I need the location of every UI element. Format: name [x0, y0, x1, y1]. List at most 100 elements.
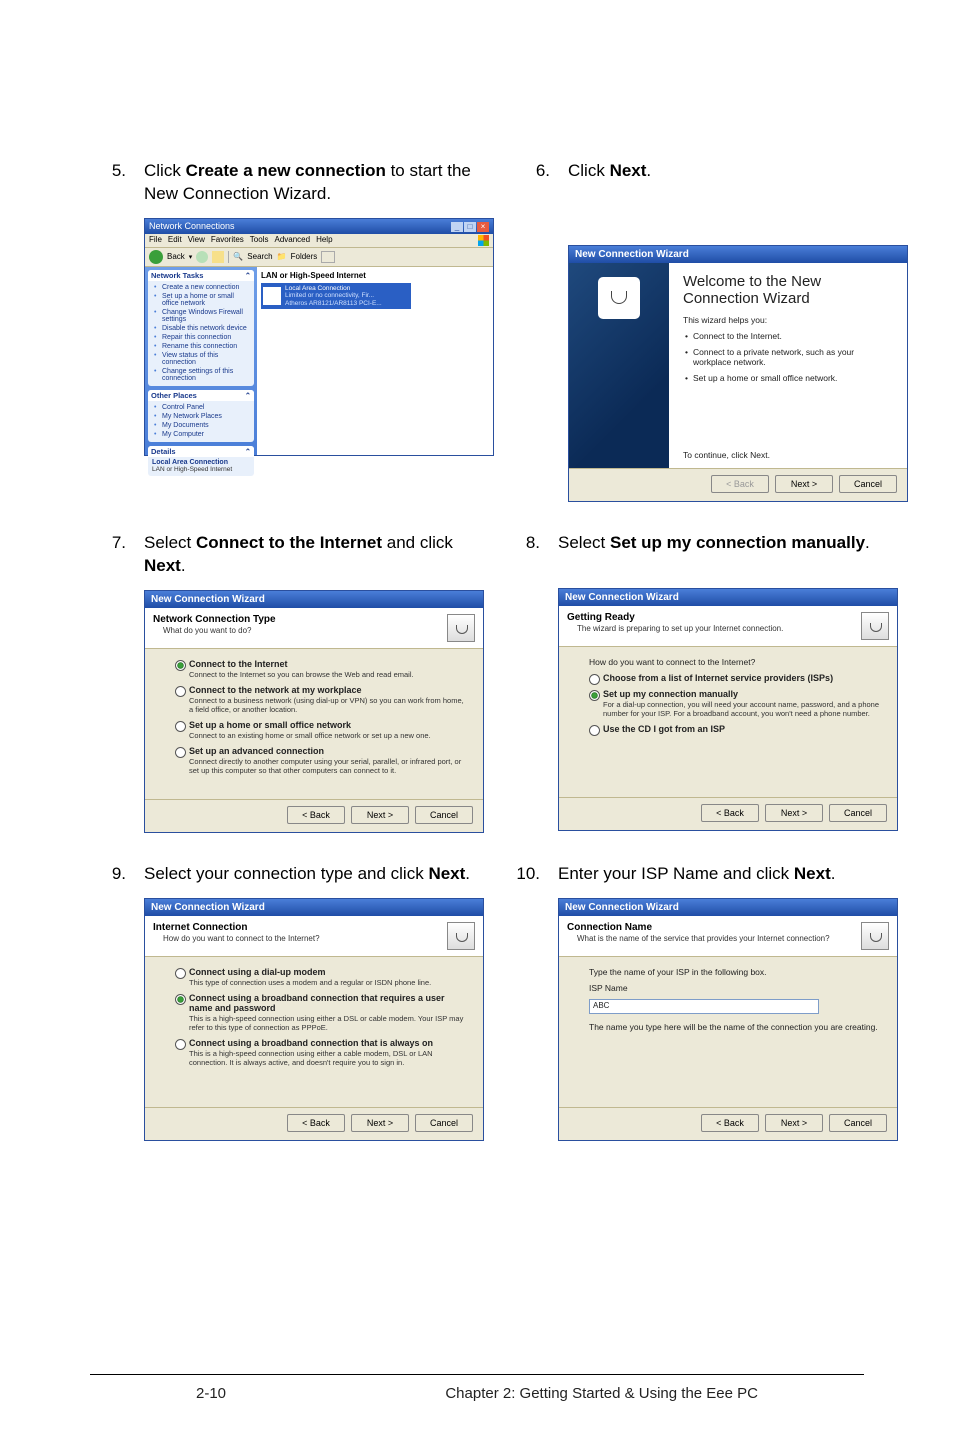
lan-title: Local Area Connection [285, 285, 382, 292]
menu-help[interactable]: Help [316, 235, 332, 246]
collapse-icon[interactable]: ⌃ [245, 271, 251, 280]
minimize-icon[interactable]: _ [451, 222, 463, 232]
option-manual[interactable]: Set up my connection manuallyFor a dial-… [589, 689, 879, 718]
task-setup-network[interactable]: Set up a home or small office network [152, 292, 250, 308]
menu-view[interactable]: View [188, 235, 205, 246]
b: Set up my connection manually [610, 533, 865, 552]
isp-name-input[interactable]: ABC [589, 999, 819, 1014]
menu-edit[interactable]: Edit [168, 235, 182, 246]
task-rename[interactable]: Rename this connection [152, 342, 250, 351]
cancel-button[interactable]: Cancel [829, 804, 887, 822]
cancel-button[interactable]: Cancel [415, 806, 473, 824]
wizard-header-sub: What is the name of the service that pro… [567, 934, 830, 943]
option-home-network[interactable]: Set up a home or small office networkCon… [175, 720, 465, 740]
task-create-new-connection[interactable]: Create a new connection [152, 283, 250, 292]
task-disable[interactable]: Disable this network device [152, 324, 250, 333]
next-button[interactable]: Next > [775, 475, 833, 493]
opt-sub: For a dial-up connection, you will need … [603, 700, 879, 718]
place-my-documents[interactable]: My Documents [152, 421, 250, 430]
wizard-internet-connection: New Connection Wizard Internet Connectio… [144, 898, 484, 1141]
opt-title: Set up a home or small office network [189, 720, 351, 730]
wizard-connection-type: New Connection Wizard Network Connection… [144, 590, 484, 833]
wizard-sidebar-graphic [569, 263, 669, 468]
step-9-text: Select your connection type and click Ne… [144, 863, 470, 886]
task-firewall[interactable]: Change Windows Firewall settings [152, 308, 250, 324]
option-cd[interactable]: Use the CD I got from an ISP [589, 724, 879, 734]
menu-advanced[interactable]: Advanced [274, 235, 310, 246]
views-icon[interactable] [321, 251, 335, 263]
step-10-number: 10. [514, 863, 540, 886]
close-icon[interactable]: × [477, 222, 489, 232]
t: . [831, 864, 836, 883]
opt-title: Connect using a dial-up modem [189, 967, 326, 977]
search-icon[interactable]: 🔍 [233, 252, 243, 261]
window-toolbar[interactable]: Back ▾ 🔍 Search 📁 Folders [145, 248, 493, 267]
wizard-icon [861, 922, 889, 950]
back-button: < Back [711, 475, 769, 493]
option-isp-list[interactable]: Choose from a list of Internet service p… [589, 673, 879, 683]
option-workplace[interactable]: Connect to the network at my workplaceCo… [175, 685, 465, 714]
next-button[interactable]: Next > [351, 1114, 409, 1132]
place-my-computer[interactable]: My Computer [152, 430, 250, 439]
place-network-places[interactable]: My Network Places [152, 412, 250, 421]
wizard-heading: Welcome to the New Connection Wizard [683, 273, 893, 307]
t: Select [144, 533, 196, 552]
option-connect-internet[interactable]: Connect to the InternetConnect to the In… [175, 659, 465, 679]
window-menubar[interactable]: File Edit View Favorites Tools Advanced … [145, 234, 493, 248]
lan-status: Limited or no connectivity, Fir... [285, 292, 382, 299]
folders-icon[interactable]: 📁 [277, 252, 287, 261]
task-settings[interactable]: Change settings of this connection [152, 367, 250, 383]
up-icon[interactable] [212, 251, 224, 263]
task-repair[interactable]: Repair this connection [152, 333, 250, 342]
next-button[interactable]: Next > [351, 806, 409, 824]
task-status[interactable]: View status of this connection [152, 351, 250, 367]
opt-title: Connect using a broadband connection tha… [189, 993, 445, 1013]
back-label[interactable]: Back [167, 252, 185, 261]
menu-tools[interactable]: Tools [250, 235, 269, 246]
maximize-icon[interactable]: □ [464, 222, 476, 232]
wizard-titlebar: New Connection Wizard [559, 899, 897, 916]
opt-title: Connect to the Internet [189, 659, 288, 669]
wizard-welcome: New Connection Wizard Welcome to the New… [568, 245, 908, 502]
opt-sub: Connect to the Internet so you can brows… [189, 670, 465, 679]
back-button[interactable]: < Back [701, 804, 759, 822]
cancel-button[interactable]: Cancel [415, 1114, 473, 1132]
place-control-panel[interactable]: Control Panel [152, 403, 250, 412]
t: Select your connection type and click [144, 864, 428, 883]
step-8-number: 8. [514, 532, 540, 555]
opt-title: Set up my connection manually [603, 689, 738, 699]
collapse-icon[interactable]: ⌃ [245, 391, 251, 400]
step-10-text: Enter your ISP Name and click Next. [558, 863, 836, 886]
menu-file[interactable]: File [149, 235, 162, 246]
step-6: 6. Click Next. [524, 160, 908, 183]
next-button[interactable]: Next > [765, 1114, 823, 1132]
wizard-icon [447, 614, 475, 642]
windows-logo-icon [478, 235, 489, 246]
option-advanced[interactable]: Set up an advanced connectionConnect dir… [175, 746, 465, 775]
cancel-button[interactable]: Cancel [839, 475, 897, 493]
option-dialup[interactable]: Connect using a dial-up modemThis type o… [175, 967, 465, 987]
forward-icon[interactable] [196, 251, 208, 263]
step-7: 7. Select Connect to the Internet and cl… [100, 532, 484, 578]
step-7-text: Select Connect to the Internet and click… [144, 532, 484, 578]
network-connections-window: Network Connections _□× File Edit View F… [144, 218, 494, 456]
cancel-button[interactable]: Cancel [829, 1114, 887, 1132]
next-button[interactable]: Next > [765, 804, 823, 822]
window-controls[interactable]: _□× [450, 221, 489, 232]
option-broadband-pw[interactable]: Connect using a broadband connection tha… [175, 993, 465, 1032]
collapse-icon[interactable]: ⌃ [245, 447, 251, 456]
chapter-title: Chapter 2: Getting Started & Using the E… [445, 1385, 766, 1402]
search-label[interactable]: Search [247, 252, 272, 261]
back-button[interactable]: < Back [701, 1114, 759, 1132]
folders-label[interactable]: Folders [291, 252, 318, 261]
menu-favorites[interactable]: Favorites [211, 235, 244, 246]
wizard-header-sub: The wizard is preparing to set up your I… [567, 624, 783, 633]
option-broadband-always[interactable]: Connect using a broadband connection tha… [175, 1038, 465, 1067]
bullet-3: Set up a home or small office network. [683, 373, 893, 383]
back-icon[interactable] [149, 250, 163, 264]
back-button[interactable]: < Back [287, 806, 345, 824]
bullet-1: Connect to the Internet. [683, 331, 893, 341]
panel-title-tasks: Network Tasks [151, 271, 203, 280]
lan-connection-item[interactable]: 🖥 Local Area Connection Limited or no co… [261, 283, 411, 309]
back-button[interactable]: < Back [287, 1114, 345, 1132]
